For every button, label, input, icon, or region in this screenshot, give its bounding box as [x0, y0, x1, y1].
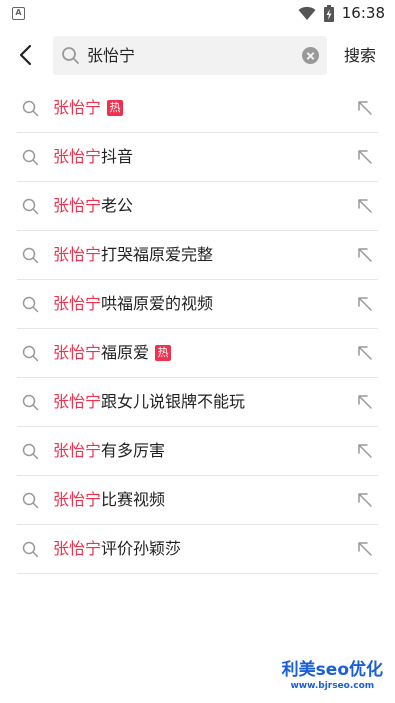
suggestion-text: 张怡宁福原爱热 — [53, 329, 172, 377]
suggestion-highlight: 张怡宁 — [53, 147, 102, 166]
suggestion-text: 张怡宁老公 — [53, 182, 133, 230]
search-icon — [22, 296, 39, 313]
status-bar: A 16:38 — [0, 0, 395, 28]
suggestion-rest: 老公 — [101, 196, 134, 215]
suggestion-rest: 有多厉害 — [101, 441, 166, 460]
suggestion-rest: 福原爱 — [101, 343, 150, 362]
suggestion-highlight: 张怡宁 — [53, 196, 102, 215]
search-input[interactable]: 张怡宁 — [87, 36, 287, 75]
suggestion-highlight: 张怡宁 — [53, 490, 102, 509]
app-notification-icon: A — [12, 7, 25, 20]
watermark-title: 利美seo优化 — [281, 660, 383, 680]
suggestion-text: 张怡宁评价孙颖莎 — [53, 525, 181, 573]
fill-query-arrow-icon[interactable] — [357, 492, 373, 508]
suggestion-text: 张怡宁有多厉害 — [53, 427, 165, 475]
suggestion-highlight: 张怡宁 — [53, 441, 102, 460]
suggestion-list: 张怡宁热 张怡宁抖音 张怡宁老公 张怡宁打哭福原爱完整 张怡宁哄福原爱的视频 张… — [17, 84, 378, 574]
suggestion-highlight: 张怡宁 — [53, 343, 102, 362]
suggestion-text: 张怡宁打哭福原爱完整 — [53, 231, 213, 279]
suggestion-item[interactable]: 张怡宁抖音 — [17, 133, 378, 182]
search-icon — [22, 149, 39, 166]
fill-query-arrow-icon[interactable] — [357, 541, 373, 557]
suggestion-item[interactable]: 张怡宁有多厉害 — [17, 427, 378, 476]
fill-query-arrow-icon[interactable] — [357, 100, 373, 116]
search-box[interactable]: 张怡宁 — [53, 36, 327, 75]
back-button[interactable] — [10, 40, 40, 70]
search-icon — [22, 394, 39, 411]
fill-query-arrow-icon[interactable] — [357, 394, 373, 410]
battery-icon — [323, 4, 334, 22]
suggestion-rest: 抖音 — [101, 147, 134, 166]
search-icon — [22, 247, 39, 264]
fill-query-arrow-icon[interactable] — [357, 198, 373, 214]
suggestion-highlight: 张怡宁 — [53, 98, 102, 117]
fill-query-arrow-icon[interactable] — [357, 296, 373, 312]
hot-badge: 热 — [107, 99, 124, 116]
fill-query-arrow-icon[interactable] — [357, 345, 373, 361]
suggestion-rest: 评价孙颖莎 — [101, 539, 182, 558]
wifi-icon — [298, 6, 316, 20]
status-indicators: 16:38 — [298, 4, 385, 22]
suggestion-item[interactable]: 张怡宁哄福原爱的视频 — [17, 280, 378, 329]
search-header: 张怡宁 搜索 — [0, 34, 395, 78]
search-icon — [22, 443, 39, 460]
suggestion-text: 张怡宁哄福原爱的视频 — [53, 280, 213, 328]
search-icon — [22, 345, 39, 362]
suggestion-item[interactable]: 张怡宁热 — [17, 84, 378, 133]
suggestion-text: 张怡宁热 — [53, 84, 124, 132]
watermark-logo: 利美seo优化 www.bjrseo.com — [282, 660, 383, 692]
suggestion-rest: 打哭福原爱完整 — [101, 245, 214, 264]
search-icon — [22, 541, 39, 558]
suggestion-highlight: 张怡宁 — [53, 294, 102, 313]
suggestion-item[interactable]: 张怡宁老公 — [17, 182, 378, 231]
suggestion-rest: 哄福原爱的视频 — [101, 294, 214, 313]
search-button[interactable]: 搜索 — [344, 34, 376, 78]
suggestion-text: 张怡宁抖音 — [53, 133, 133, 181]
suggestion-rest: 比赛视频 — [101, 490, 166, 509]
watermark-url: www.bjrseo.com — [290, 681, 375, 691]
search-icon — [22, 198, 39, 215]
clock: 16:38 — [341, 4, 385, 22]
suggestion-item[interactable]: 张怡宁福原爱热 — [17, 329, 378, 378]
suggestion-text: 张怡宁跟女儿说银牌不能玩 — [53, 378, 245, 426]
hot-badge: 热 — [155, 344, 172, 361]
chevron-left-icon — [19, 44, 32, 66]
suggestion-text: 张怡宁比赛视频 — [53, 476, 165, 524]
suggestion-item[interactable]: 张怡宁跟女儿说银牌不能玩 — [17, 378, 378, 427]
clear-search-button[interactable] — [302, 47, 319, 64]
suggestion-highlight: 张怡宁 — [53, 245, 102, 264]
suggestion-highlight: 张怡宁 — [53, 392, 102, 411]
search-icon — [22, 492, 39, 509]
fill-query-arrow-icon[interactable] — [357, 247, 373, 263]
suggestion-rest: 跟女儿说银牌不能玩 — [101, 392, 246, 411]
search-icon — [62, 47, 79, 64]
suggestion-highlight: 张怡宁 — [53, 539, 102, 558]
search-icon — [22, 100, 39, 117]
suggestion-item[interactable]: 张怡宁比赛视频 — [17, 476, 378, 525]
suggestion-item[interactable]: 张怡宁评价孙颖莎 — [17, 525, 378, 574]
suggestion-item[interactable]: 张怡宁打哭福原爱完整 — [17, 231, 378, 280]
fill-query-arrow-icon[interactable] — [357, 149, 373, 165]
fill-query-arrow-icon[interactable] — [357, 443, 373, 459]
